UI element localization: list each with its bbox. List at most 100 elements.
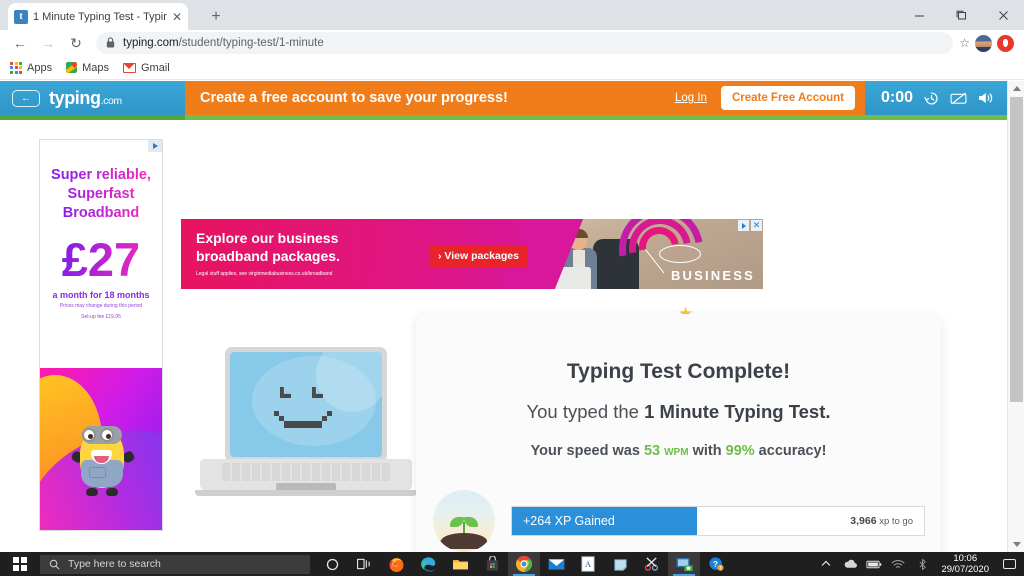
result-card: Typing Test Complete! You typed the 1 Mi… [416, 314, 941, 552]
sprout-icon [433, 490, 495, 552]
promo-text: Create a free account to save your progr… [200, 90, 508, 106]
laptop-screen-face [230, 352, 382, 457]
history-icon[interactable] [924, 91, 939, 106]
site-header-left: ← typing.com [0, 81, 185, 115]
browser-tab[interactable]: t 1 Minute Typing Test - Typing.co ✕ [8, 3, 188, 30]
adchoices-icon[interactable] [738, 220, 749, 231]
bookmark-maps[interactable]: Maps [66, 62, 109, 74]
maps-icon [66, 62, 78, 73]
promo-banner: Create a free account to save your progr… [185, 81, 865, 115]
bookmark-apps[interactable]: Apps [10, 61, 52, 74]
windows-taskbar: Type here to search A ?! 10:06 29/07/202… [0, 552, 1024, 576]
help-icon[interactable]: ?! [700, 552, 732, 576]
windows-logo-icon [13, 557, 27, 571]
cortana-icon[interactable] [316, 552, 348, 576]
create-free-account-button[interactable]: Create Free Account [720, 86, 855, 110]
typing-logo[interactable]: typing.com [49, 88, 122, 109]
taskbar-clock[interactable]: 10:06 29/07/2020 [934, 553, 996, 576]
maximize-icon[interactable] [940, 0, 982, 30]
scrollbar-thumb[interactable] [1010, 97, 1023, 402]
ad-banner-legal: Legal stuff applies, see virginmediabusi… [196, 271, 333, 277]
promo-actions: Log In Create Free Account [675, 86, 855, 110]
scroll-down-icon[interactable] [1008, 537, 1024, 552]
logo-main: typing [49, 87, 101, 108]
minimize-icon[interactable] [898, 0, 940, 30]
show-hidden-icons[interactable] [814, 552, 838, 576]
timer-display: 0:00 [880, 89, 913, 106]
scroll-up-icon[interactable] [1008, 81, 1024, 96]
smiling-laptop-icon [195, 347, 417, 511]
task-view-icon[interactable] [348, 552, 380, 576]
skyscraper-ad-heading: Super reliable, Superfast Broadband [40, 140, 162, 223]
xp-progress-bar: +264 XP Gained 3,966 xp to go [511, 506, 925, 536]
ad-controls: ✕ [738, 220, 762, 231]
leaderboard-ad[interactable]: BUSINESS Explore our business broadband … [181, 219, 763, 289]
xp-section: +264 XP Gained 3,966 xp to go [433, 490, 925, 552]
store-icon[interactable] [476, 552, 508, 576]
ad-banner-title: Explore our business broadband packages. [196, 229, 340, 266]
bookmark-star-icon[interactable]: ☆ [959, 36, 970, 50]
word-icon[interactable]: A [572, 552, 604, 576]
onedrive-icon[interactable] [838, 552, 862, 576]
address-bar[interactable]: typing.com/student/typing-test/1-minute [96, 32, 954, 54]
firefox-icon[interactable] [380, 552, 412, 576]
system-tray: 10:06 29/07/2020 [814, 552, 1024, 576]
skyscraper-ad[interactable]: Super reliable, Superfast Broadband £27 … [39, 139, 163, 531]
bluetooth-icon[interactable] [910, 552, 934, 576]
result-speed-line: Your speed was 53 WPM with 99% accuracy! [416, 443, 941, 459]
login-link[interactable]: Log In [675, 92, 707, 104]
mail-icon[interactable] [540, 552, 572, 576]
extension-icon[interactable] [997, 34, 1014, 52]
laptop-base [200, 459, 412, 492]
site-header-right: 0:00 [865, 81, 1007, 115]
speed-mid: with [688, 443, 726, 459]
header-green-bar-segment [0, 115, 185, 120]
chrome-icon[interactable] [508, 552, 540, 576]
bookmark-label: Maps [82, 61, 109, 74]
ad-banner-title-line-2: broadband packages. [196, 248, 340, 265]
bookmark-gmail[interactable]: Gmail [122, 61, 170, 74]
avatar[interactable] [975, 34, 992, 52]
adchoices-icon[interactable] [148, 140, 162, 152]
wpm-value: 53 [643, 443, 661, 459]
clock-date: 29/07/2020 [941, 564, 989, 575]
vertical-scrollbar[interactable] [1007, 81, 1024, 552]
snipping-tool-icon[interactable] [636, 552, 668, 576]
forward-icon[interactable]: → [34, 31, 62, 55]
notifications-icon[interactable] [996, 552, 1022, 576]
close-ad-icon[interactable]: ✕ [751, 220, 762, 231]
reload-icon[interactable]: ↻ [62, 31, 90, 55]
sticky-notes-icon[interactable] [604, 552, 636, 576]
sound-on-icon[interactable] [978, 91, 995, 105]
close-tab-icon[interactable]: ✕ [172, 10, 182, 24]
back-icon[interactable]: ← [6, 31, 34, 55]
speed-suffix: accuracy! [754, 443, 827, 459]
ad-fine-print-2: Set-up fee £19.95 [81, 313, 121, 320]
close-window-icon[interactable] [982, 0, 1024, 30]
search-icon [49, 559, 60, 569]
view-packages-button[interactable]: › View packages [429, 245, 528, 267]
edge-icon[interactable] [412, 552, 444, 576]
main-content-panel: ★ ★ ★ ★ ★ ★ ★ ★ ★ ★ ★ Typing Test Comple… [181, 299, 1024, 552]
search-input[interactable]: Type here to search [40, 554, 310, 574]
screen: t 1 Minute Typing Test - Typing.co ✕ + ←… [0, 0, 1024, 576]
clock-time: 10:06 [953, 552, 978, 564]
ad-line-1: Super reliable, [46, 166, 156, 185]
ad-fine-print-1: Prices may change during this period [59, 303, 143, 310]
ad-price: £27 [40, 236, 162, 283]
site-back-button[interactable]: ← [12, 89, 40, 107]
wifi-icon[interactable] [886, 552, 910, 576]
ad-banner-title-line-1: Explore our business [196, 230, 339, 246]
ad-line-3: Broadband [46, 204, 156, 223]
keyboard-off-icon[interactable] [950, 92, 967, 105]
url-text: typing.com/student/typing-test/1-minute [123, 37, 324, 49]
start-button[interactable] [0, 552, 40, 576]
bookmark-label: Gmail [140, 61, 170, 74]
svg-text:A: A [585, 560, 591, 569]
url-path: /student/typing-test/1-minute [178, 37, 324, 49]
file-explorer-icon[interactable] [444, 552, 476, 576]
remote-desktop-icon[interactable] [668, 552, 700, 576]
result-subtitle-prefix: You typed the [526, 401, 645, 422]
battery-icon[interactable] [862, 552, 886, 576]
new-tab-button[interactable]: + [205, 6, 227, 28]
